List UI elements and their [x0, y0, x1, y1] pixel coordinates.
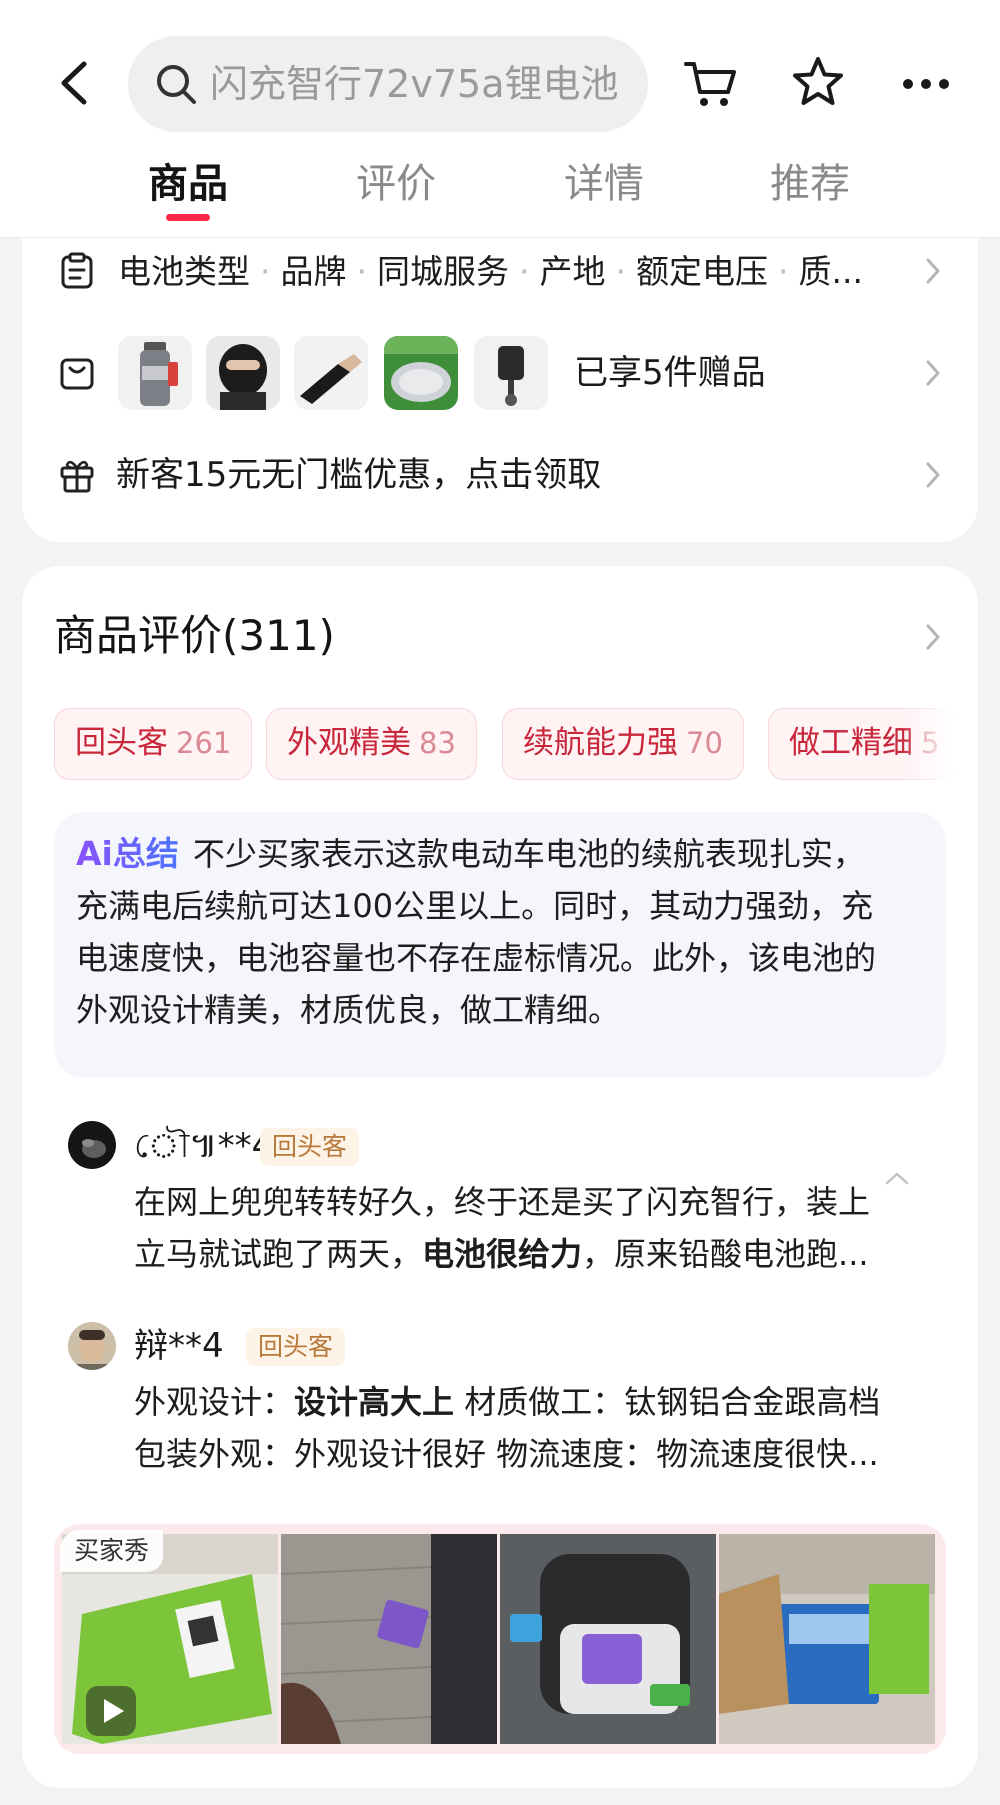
review-text-segment: 外观设计：: [134, 1383, 295, 1421]
top-bar: 闪充智行72v75a锂电池 商品 评价 详情 推荐: [0, 0, 1000, 238]
gifts-label: 已享5件赠品: [574, 353, 766, 393]
reviews-title[interactable]: 商品评价(311): [54, 608, 335, 664]
ai-summary: Ai总结 不少买家表示这款电动车电池的续航表现扎实，充满电后续航可达100公里以上…: [76, 828, 876, 1036]
product-info-card: 电池类型 · 品牌 · 同城服务 · 产地 · 额定电压 · 质... 已享5件…: [22, 238, 978, 542]
chip-label: 做工精细: [789, 725, 913, 761]
review-chip[interactable]: 外观精美 83: [266, 708, 477, 780]
star-icon[interactable]: [792, 56, 844, 108]
gift-phone-holder: [474, 336, 548, 410]
chevron-right-icon[interactable]: [924, 622, 942, 652]
cart-icon[interactable]: [684, 58, 738, 110]
gift-face-mask: [206, 336, 280, 410]
chip-label: 外观精美: [287, 725, 411, 761]
buyer-photo[interactable]: [719, 1534, 935, 1744]
buyer-show-label: 买家秀: [60, 1530, 164, 1572]
tab-product[interactable]: 商品: [118, 158, 258, 210]
review-line: 立马就试跑了两天，电池很给力，原来铅酸电池跑...: [134, 1228, 954, 1280]
review-line: 包装外观：外观设计很好 物流速度：物流速度很快...: [134, 1435, 879, 1473]
review-text: 在网上兜兜转转好久，终于还是买了闪充智行，装上 立马就试跑了两天，电池很给力，原…: [134, 1176, 954, 1280]
buyer-photo[interactable]: [281, 1534, 497, 1744]
search-bar[interactable]: 闪充智行72v75a锂电池: [128, 36, 648, 132]
gift-icon: [60, 460, 94, 493]
review-highlight: 电池很给力: [422, 1235, 583, 1273]
buyer-show-gallery[interactable]: 买家秀: [54, 1524, 946, 1754]
gift-bag-icon: [60, 358, 94, 390]
chevron-right-icon: [926, 360, 940, 386]
chip-label: 续航能力强: [523, 725, 678, 761]
chip-count: 70: [686, 726, 723, 760]
tab-bar: 商品 评价 详情 推荐: [0, 150, 1000, 230]
chevron-right-icon: [926, 258, 940, 284]
back-icon[interactable]: [50, 58, 96, 108]
avatar: [68, 1322, 116, 1370]
more-icon[interactable]: [900, 70, 952, 98]
attr-item: 质...: [798, 252, 863, 291]
tab-recommend[interactable]: 推荐: [740, 158, 880, 210]
tab-details[interactable]: 详情: [534, 158, 674, 210]
search-placeholder: 闪充智行72v75a锂电池: [210, 62, 619, 106]
search-icon: [157, 65, 196, 104]
review-username: 辩**4: [134, 1326, 224, 1366]
attr-item: 额定电压: [636, 252, 768, 291]
gift-arm-sleeve: [294, 336, 368, 410]
review-line: 外观设计：设计高大上 材质做工：钛钢铝合金跟高档: [134, 1376, 954, 1428]
chip-count: 261: [176, 726, 232, 760]
tab-reviews[interactable]: 评价: [326, 158, 466, 210]
review-highlight: 设计高大上: [294, 1383, 455, 1421]
review-text-segment: 材质做工：钛钢铝合金跟高档: [454, 1383, 881, 1421]
attr-item: 同城服务: [377, 252, 509, 291]
chip-label: 回头客: [75, 725, 168, 761]
attr-item: 产地: [539, 252, 606, 291]
gift-seat-cushion: [384, 336, 458, 410]
review-line: 在网上兜兜转转好久，终于还是买了闪充智行，装上: [134, 1183, 871, 1221]
attr-item: 品牌: [280, 252, 347, 291]
attr-item: 电池类型: [118, 252, 250, 291]
ai-summary-text: 不少买家表示这款电动车电池的续航表现扎实，充满电后续航可达100公里以上。同时，…: [76, 835, 877, 1029]
review-username: ৌ៕**4: [134, 1126, 274, 1166]
ai-summary-badge: Ai总结: [76, 834, 179, 873]
review-text-segment: ，原来铅酸电池跑...: [582, 1235, 869, 1273]
play-video-button[interactable]: [86, 1686, 136, 1736]
review-chip[interactable]: 回头客 261: [54, 708, 253, 780]
buyer-photo[interactable]: [500, 1534, 716, 1744]
coupon-label: 新客15元无门槛优惠，点击领取: [116, 455, 602, 495]
returning-customer-badge: 回头客: [246, 1328, 346, 1366]
attribute-list: 电池类型 · 品牌 · 同城服务 · 产地 · 额定电压 · 质...: [118, 252, 863, 291]
avatar: [68, 1121, 116, 1169]
active-tab-indicator: [166, 214, 210, 221]
chevron-right-icon: [926, 462, 940, 488]
clipboard-icon: [61, 252, 93, 289]
chip-scroll-fade: [902, 704, 978, 784]
reviews-card: 商品评价(311) 回头客261 外观精美83 续航能力强70 做工精细5 Ai…: [22, 566, 978, 1788]
returning-customer-badge: 回头客: [260, 1128, 360, 1166]
review-text-segment: 立马就试跑了两天，: [134, 1235, 423, 1273]
chip-count: 83: [419, 726, 456, 760]
review-text: 外观设计：设计高大上 材质做工：钛钢铝合金跟高档 包装外观：外观设计很好 物流速…: [134, 1376, 954, 1480]
review-chip[interactable]: 续航能力强 70: [502, 708, 744, 780]
gift-water-bottle: [118, 336, 192, 410]
ai-summary-box[interactable]: Ai总结 不少买家表示这款电动车电池的续航表现扎实，充满电后续航可达100公里以上…: [54, 812, 946, 1078]
